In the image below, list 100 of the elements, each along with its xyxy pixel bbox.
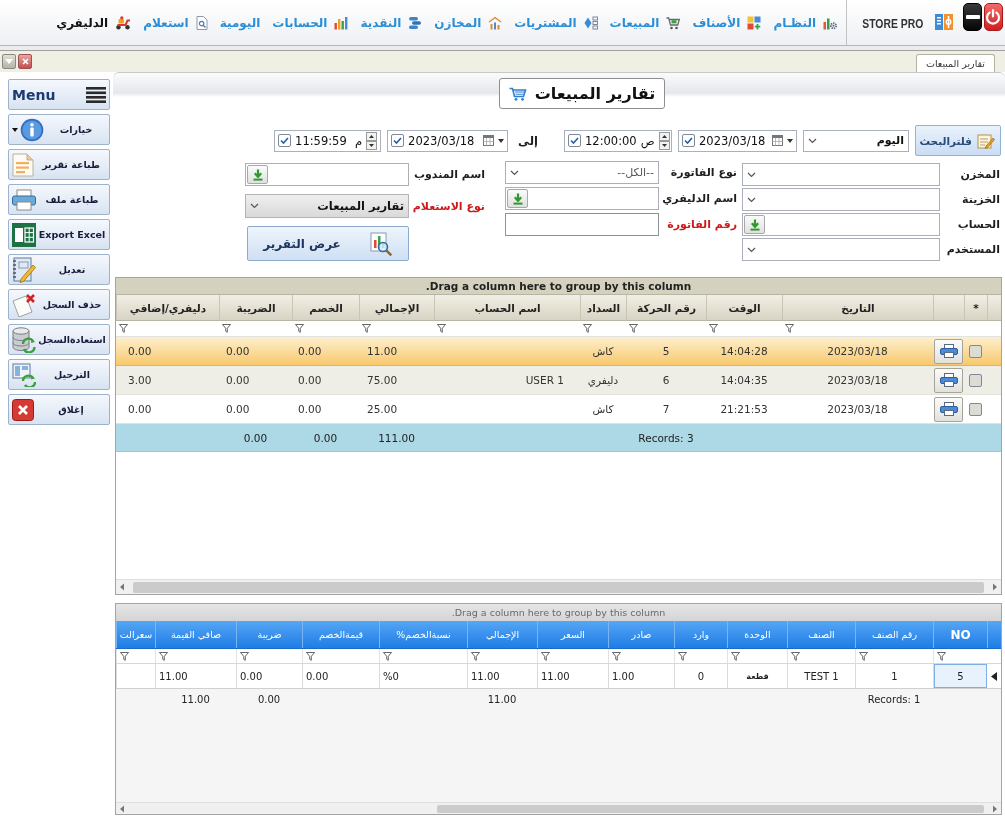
printer-icon — [939, 402, 958, 416]
column-header[interactable]: دليفري/إضافي — [116, 295, 219, 320]
scrollbar-thumb[interactable] — [437, 804, 984, 813]
print-button[interactable] — [934, 338, 963, 364]
show-report-button[interactable]: عرض التقرير — [247, 226, 409, 261]
filter-icon[interactable] — [306, 651, 315, 661]
row-checkbox[interactable] — [969, 373, 982, 387]
chevron-down-icon[interactable] — [250, 203, 259, 209]
filter-icon[interactable] — [583, 324, 592, 333]
filter-icon[interactable] — [471, 651, 480, 661]
lookup-field[interactable] — [742, 213, 940, 236]
sidebar-button[interactable]: إغلاق — [8, 394, 110, 425]
sidebar-button[interactable]: تعديل — [8, 254, 110, 285]
calendar-icon[interactable] — [772, 135, 783, 146]
sidebar-button[interactable]: Export Excel — [8, 219, 110, 250]
filter-icon[interactable] — [120, 651, 129, 661]
sidebar-button[interactable]: طباعة تقرير — [8, 149, 110, 180]
row-checkbox[interactable] — [969, 344, 982, 358]
print-button[interactable] — [934, 367, 963, 393]
menu-item[interactable]: الدليفري — [56, 15, 132, 30]
lookup-button[interactable] — [247, 165, 268, 184]
column-header[interactable]: الوقت — [706, 295, 782, 320]
chevron-down-icon[interactable] — [747, 171, 756, 178]
checkbox[interactable] — [568, 134, 581, 147]
checkbox[interactable] — [682, 134, 695, 147]
row-checkbox[interactable] — [969, 402, 982, 416]
filter-icon[interactable] — [437, 324, 446, 333]
arrow-left-icon[interactable] — [119, 583, 125, 591]
scrollbar-thumb[interactable] — [133, 581, 984, 593]
database-sync-icon — [12, 326, 36, 353]
filter-icon[interactable] — [709, 324, 718, 333]
date-picker[interactable]: 2023/03/18 — [387, 129, 509, 152]
cart-icon — [666, 15, 681, 30]
horizontal-scrollbar[interactable] — [116, 802, 1001, 814]
print-button[interactable] — [934, 396, 963, 422]
table-cell: 1 — [855, 664, 933, 688]
column-header[interactable]: الخصم — [292, 295, 359, 320]
sidebar-button[interactable]: الترحيل — [8, 359, 110, 390]
lookup-button[interactable] — [744, 215, 765, 234]
filter-icon[interactable] — [362, 324, 371, 333]
field-label: نوع الاستعلام — [415, 199, 485, 213]
filter-icon[interactable] — [785, 324, 794, 333]
sidebar-button[interactable]: طباعة ملف — [8, 184, 110, 215]
calendar-icon[interactable] — [483, 135, 495, 146]
power-button[interactable] — [983, 3, 1003, 31]
cart-icon — [508, 86, 527, 101]
filter-icon[interactable] — [629, 324, 638, 333]
lookup-button[interactable] — [507, 189, 528, 208]
close-button[interactable] — [18, 54, 32, 69]
column-header[interactable]: الإجمالي — [359, 295, 434, 320]
select-box[interactable]: تقارير المبيعات — [245, 194, 409, 218]
edit-icon — [977, 132, 995, 149]
arrow-right-icon[interactable] — [992, 804, 998, 813]
column-header[interactable]: * — [964, 295, 987, 320]
filter-icon[interactable] — [859, 651, 868, 661]
caret-icon[interactable] — [787, 138, 793, 143]
sidebar-button[interactable]: حذف السجل — [8, 289, 110, 320]
chevron-down-icon[interactable] — [510, 169, 519, 176]
dropdown-button[interactable] — [2, 54, 16, 69]
column-header[interactable]: رقم الحركة — [626, 295, 706, 320]
search-filter-button[interactable]: فلترالبحث — [915, 125, 1001, 156]
filter-icon[interactable] — [541, 651, 550, 661]
checkbox[interactable] — [278, 134, 292, 147]
column-header[interactable]: السداد — [580, 295, 626, 320]
lookup-field[interactable] — [245, 163, 409, 186]
options-button[interactable]: خيارات — [8, 114, 110, 145]
filter-icon[interactable] — [295, 324, 304, 333]
period-select[interactable]: اليوم — [803, 129, 909, 152]
column-header[interactable]: التاريخ — [782, 295, 933, 320]
arrow-left-icon[interactable] — [119, 804, 125, 813]
chevron-down-icon[interactable] — [747, 196, 756, 203]
filter-icon[interactable] — [240, 651, 249, 661]
column-header[interactable]: الضريبة — [219, 295, 292, 320]
arrow-right-icon[interactable] — [992, 583, 998, 591]
checkbox[interactable] — [391, 134, 405, 147]
text-field[interactable] — [505, 213, 659, 236]
minimize-button[interactable] — [963, 3, 982, 31]
document-tab[interactable]: تقارير المبيعات — [915, 54, 995, 72]
lookup-field[interactable] — [505, 187, 659, 210]
column-header[interactable]: اسم الحساب — [434, 295, 580, 320]
filter-icon[interactable] — [159, 651, 168, 661]
horizontal-scrollbar[interactable] — [116, 579, 1001, 594]
filter-icon[interactable] — [222, 324, 231, 333]
filter-icon[interactable] — [383, 651, 392, 661]
filter-icon[interactable] — [937, 651, 946, 661]
spinner-icon[interactable] — [658, 131, 670, 150]
filter-icon[interactable] — [678, 651, 687, 661]
sidebar-button[interactable]: استعادةالسجل — [8, 324, 110, 355]
filter-icon[interactable] — [731, 651, 740, 661]
chevron-down-icon[interactable] — [747, 246, 756, 253]
combo-box[interactable]: --الكل-- — [505, 161, 659, 184]
filter-icon[interactable] — [612, 651, 621, 661]
caret-icon[interactable] — [498, 138, 505, 143]
table-cell: %0 — [379, 664, 467, 688]
menu-button[interactable]: Menu — [8, 79, 110, 110]
date-picker[interactable]: 2023/03/18 — [678, 129, 797, 152]
filter-icon[interactable] — [119, 324, 128, 333]
spinner-icon[interactable] — [366, 131, 378, 150]
filter-icon[interactable] — [791, 651, 800, 661]
chevron-down-icon[interactable] — [808, 137, 817, 144]
